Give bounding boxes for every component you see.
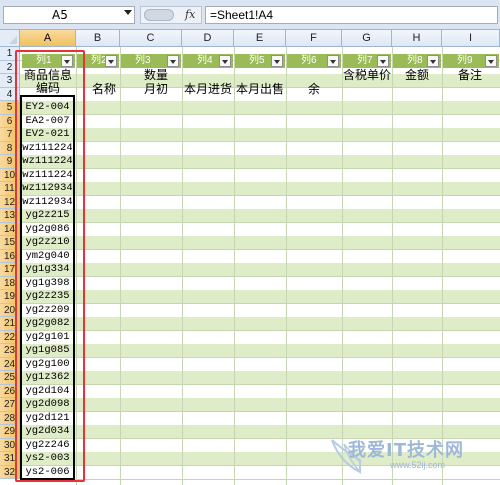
- row-band: [20, 155, 500, 169]
- row-band: [20, 182, 500, 196]
- gridline: [20, 222, 500, 223]
- column-header-a[interactable]: A: [20, 30, 76, 47]
- table-header-label: 列3: [135, 55, 151, 66]
- table-header-4[interactable]: 列4: [183, 54, 233, 68]
- row-band: [20, 128, 500, 142]
- gridline: [20, 114, 500, 115]
- row-band: [20, 263, 500, 277]
- table-header-label: 列4: [197, 55, 213, 66]
- chevron-down-icon[interactable]: [124, 10, 132, 15]
- cell-b4[interactable]: 名称: [92, 82, 116, 96]
- table-header-label: 列5: [249, 55, 265, 66]
- gridline: [234, 47, 235, 485]
- insert-function-icon[interactable]: fx: [185, 7, 195, 23]
- cell-c4[interactable]: 月初: [144, 82, 168, 96]
- name-box[interactable]: A5: [3, 6, 135, 24]
- watermark-logo: 我爱IT技术网 www.52ij.com: [330, 432, 495, 477]
- row-band: [20, 290, 500, 304]
- cell-i3[interactable]: 备注: [458, 68, 482, 82]
- table-header-label: 列6: [301, 55, 317, 66]
- cell-h3[interactable]: 金额: [405, 68, 429, 82]
- filter-dropdown-icon[interactable]: [427, 55, 439, 67]
- filter-dropdown-icon[interactable]: [485, 55, 497, 67]
- filter-dropdown-icon[interactable]: [327, 55, 339, 67]
- column-header-b[interactable]: B: [76, 30, 120, 47]
- formula-divider-handle[interactable]: [144, 9, 174, 21]
- watermark-url: www.52ij.com: [390, 460, 446, 470]
- filter-dropdown-icon[interactable]: [377, 55, 389, 67]
- filter-dropdown-icon[interactable]: [271, 55, 283, 67]
- gridline: [20, 276, 500, 277]
- table-header-6[interactable]: 列6: [287, 54, 341, 68]
- cell-d4[interactable]: 本月进货: [184, 82, 232, 96]
- cell-g3[interactable]: 含税单价: [343, 68, 391, 82]
- row-band: [20, 344, 500, 358]
- column-header-i[interactable]: I: [442, 30, 500, 47]
- table-header-5[interactable]: 列5: [235, 54, 285, 68]
- table-header-9[interactable]: 列9: [443, 54, 499, 68]
- gridline: [20, 384, 500, 385]
- gridline: [20, 249, 500, 250]
- cell-f4[interactable]: 余: [308, 82, 320, 96]
- table-header-label: 列7: [357, 55, 373, 66]
- formula-controls: fx: [140, 6, 202, 24]
- gridline: [392, 47, 393, 485]
- gridline: [20, 141, 500, 142]
- column-header-c[interactable]: C: [120, 30, 182, 47]
- gridline: [20, 478, 500, 480]
- row-band: [20, 209, 500, 223]
- formula-bar: A5 fx =Sheet1!A4: [0, 0, 500, 30]
- cell-c3[interactable]: 数量: [144, 68, 168, 82]
- gridline: [120, 47, 121, 485]
- gridline: [20, 330, 500, 331]
- gridline: [20, 411, 500, 412]
- select-all-button[interactable]: [0, 30, 20, 47]
- row-band: [20, 398, 500, 412]
- table-header-label: 列9: [457, 55, 473, 66]
- table-header-7[interactable]: 列7: [343, 54, 391, 68]
- row-band: [20, 236, 500, 250]
- table-header-label: 列8: [407, 55, 423, 66]
- row-band: [20, 371, 500, 385]
- watermark-text: 我爱IT技术网: [348, 440, 464, 461]
- column-header-g[interactable]: G: [342, 30, 392, 47]
- filter-dropdown-icon[interactable]: [105, 55, 117, 67]
- column-header-e[interactable]: E: [234, 30, 286, 47]
- row-band: [20, 101, 500, 115]
- table-header-8[interactable]: 列8: [393, 54, 441, 68]
- cell-e4[interactable]: 本月出售: [236, 82, 284, 96]
- gridline: [20, 303, 500, 304]
- gridline: [182, 47, 183, 485]
- gridline: [342, 47, 343, 485]
- column-header-d[interactable]: D: [182, 30, 234, 47]
- column-header-h[interactable]: H: [392, 30, 442, 47]
- filter-dropdown-icon[interactable]: [219, 55, 231, 67]
- table-header-3[interactable]: 列3: [121, 54, 181, 68]
- gridline: [20, 168, 500, 169]
- column-header-f[interactable]: F: [286, 30, 342, 47]
- gridline: [20, 195, 500, 196]
- gridline: [442, 47, 443, 485]
- gridline: [20, 357, 500, 358]
- filter-dropdown-icon[interactable]: [167, 55, 179, 67]
- highlight-annotation: [15, 50, 85, 482]
- gridline: [286, 47, 287, 485]
- row-band: [20, 317, 500, 331]
- select-all-icon: [9, 36, 17, 44]
- formula-input[interactable]: =Sheet1!A4: [205, 6, 498, 24]
- name-box-value: A5: [52, 8, 68, 22]
